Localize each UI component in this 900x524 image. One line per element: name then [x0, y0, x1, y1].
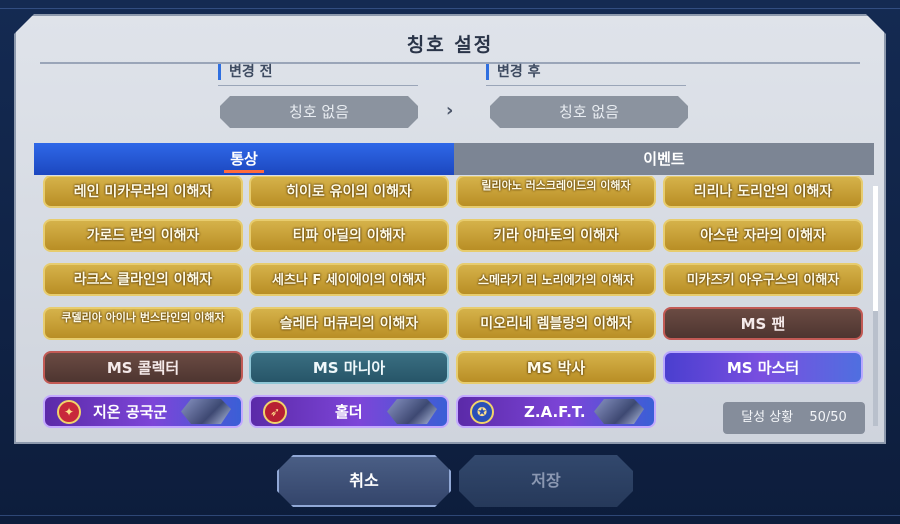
title-item[interactable]: MS 팬 — [663, 307, 863, 340]
achievement-progress: 달성 상황 50/50 — [723, 402, 865, 434]
arrow-right-icon: › — [446, 100, 454, 121]
title-item-label: 홀더 — [335, 403, 363, 421]
title-item-label: Z.A.F.T. — [524, 403, 586, 421]
before-underline — [218, 85, 418, 86]
title-item[interactable]: 세츠나 F 세이에이의 이해자 — [249, 263, 449, 296]
before-label: 변경 전 — [218, 64, 273, 80]
dialog-title: 칭호 설정 — [406, 34, 494, 56]
title-item[interactable]: 라크스 클라인의 이해자 — [43, 263, 243, 296]
title-item[interactable]: 리리나 도리안의 이해자 — [663, 176, 863, 208]
mech-portrait-icon — [387, 399, 437, 424]
save-button[interactable]: 저장 — [459, 455, 633, 507]
after-label: 변경 후 — [486, 64, 541, 80]
zaft-emblem-icon: ✪ — [470, 400, 494, 424]
title-item-faction[interactable]: ➶ 홀더 — [249, 395, 449, 428]
title-item[interactable]: 가로드 란의 이해자 — [43, 219, 243, 252]
before-title-value: 칭호 없음 — [220, 96, 418, 128]
title-item[interactable]: 스메라기 리 노리에가의 이해자 — [456, 263, 656, 296]
title-item[interactable]: 쿠델리아 아이나 번스타인의 이해자 — [43, 307, 243, 340]
title-item-faction[interactable]: ✪ Z.A.F.T. — [456, 395, 656, 428]
title-item[interactable]: 히이로 유이의 이해자 — [249, 176, 449, 208]
mech-portrait-icon — [181, 399, 231, 424]
tab-normal[interactable]: 통상 — [34, 143, 454, 175]
title-item[interactable]: MS 박사 — [456, 351, 656, 384]
active-tab-marker — [224, 170, 264, 173]
title-item[interactable]: MS 마스터 — [663, 351, 863, 384]
title-item[interactable]: 미오리네 렘블랑의 이해자 — [456, 307, 656, 340]
after-title-value: 칭호 없음 — [490, 96, 688, 128]
tab-event-label: 이벤트 — [643, 150, 685, 168]
tab-event[interactable]: 이벤트 — [454, 143, 874, 175]
mech-portrait-icon — [594, 399, 644, 424]
cancel-button[interactable]: 취소 — [277, 455, 451, 507]
title-list: 레인 미카무라의 이해자 히이로 유이의 이해자 릴리아노 러스크레이드의 이해… — [34, 176, 874, 431]
title-item[interactable]: 미카즈키 아우구스의 이해자 — [663, 263, 863, 296]
title-item[interactable]: 릴리아노 러스크레이드의 이해자 — [456, 176, 656, 208]
title-item[interactable]: MS 마니아 — [249, 351, 449, 384]
zeon-emblem-icon: ✦ — [57, 400, 81, 424]
progress-value: 50/50 — [809, 410, 847, 425]
title-item-faction[interactable]: ✦ 지온 공국군 — [43, 395, 243, 428]
tab-normal-label: 통상 — [230, 150, 258, 168]
title-item[interactable]: 티파 아딜의 이해자 — [249, 219, 449, 252]
title-tabs: 통상 이벤트 — [34, 143, 874, 175]
title-item[interactable]: 키라 야마토의 이해자 — [456, 219, 656, 252]
title-item[interactable]: 슬레타 머큐리의 이해자 — [249, 307, 449, 340]
holder-emblem-icon: ➶ — [263, 400, 287, 424]
title-item-label: 지온 공국군 — [93, 403, 168, 421]
progress-label: 달성 상황 — [741, 410, 794, 425]
list-scrollbar-thumb[interactable] — [873, 186, 878, 311]
after-underline — [486, 85, 686, 86]
title-divider — [40, 62, 860, 64]
frame-line-top — [0, 8, 900, 9]
frame-line-bottom — [0, 515, 900, 516]
title-item[interactable]: 레인 미카무라의 이해자 — [43, 176, 243, 208]
title-item[interactable]: 아스란 자라의 이해자 — [663, 219, 863, 252]
title-item[interactable]: MS 콜렉터 — [43, 351, 243, 384]
